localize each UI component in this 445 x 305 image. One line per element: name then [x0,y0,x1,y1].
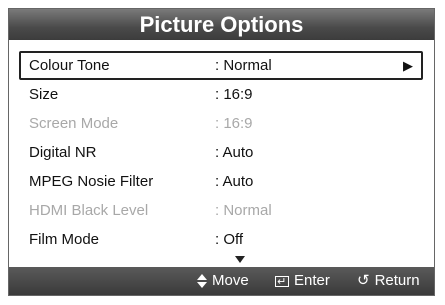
enter-icon [275,268,289,296]
up-down-arrow-icon [197,274,207,288]
menu-item-value: : 16:9 [215,86,253,103]
enter-label: Enter [294,272,330,289]
picture-options-dialog: Picture Options Colour Tone : Normal ▶ S… [8,8,435,296]
menu-item-label: Size [29,86,59,103]
menu-item-hdmi-black-level: HDMI Black Level : Normal [19,196,423,225]
move-hint: Move [197,267,249,295]
menu-item-colour-tone[interactable]: Colour Tone : Normal ▶ [19,51,423,80]
menu-item-screen-mode: Screen Mode : 16:9 [19,109,423,138]
return-hint: ↺ Return [357,267,420,295]
menu-item-value: : Normal [215,57,272,74]
return-label: Return [374,272,420,289]
triangle-right-icon: ▶ [403,58,413,73]
menu-item-value: : Auto [215,173,254,190]
menu-item-label: Screen Mode [29,115,119,132]
menu-item-label: MPEG Nosie Filter [29,173,154,190]
menu-item-value: : 16:9 [215,115,253,132]
dialog-title: Picture Options [9,9,434,40]
options-menu: Colour Tone : Normal ▶ Size : 16:9 Scree… [19,51,423,254]
menu-item-digital-nr[interactable]: Digital NR : Auto [19,138,423,167]
menu-item-value: : Off [215,231,244,248]
return-icon: ↺ [357,272,370,289]
menu-item-size[interactable]: Size : 16:9 [19,80,423,109]
menu-item-value: : Auto [215,144,254,161]
menu-item-mpeg-noise-filter[interactable]: MPEG Nosie Filter : Auto [19,167,423,196]
menu-item-film-mode[interactable]: Film Mode : Off [19,225,423,254]
menu-item-label: Film Mode [29,231,100,248]
menu-item-label: Colour Tone [29,57,110,74]
menu-item-label: Digital NR [29,144,97,161]
menu-item-value: : Normal [215,202,272,219]
triangle-down-icon[interactable] [235,256,245,263]
footer-hint-bar: Move Enter ↺ Return [9,267,434,296]
enter-hint: Enter [275,267,330,296]
move-label: Move [212,272,249,289]
menu-item-label: HDMI Black Level [29,202,149,219]
